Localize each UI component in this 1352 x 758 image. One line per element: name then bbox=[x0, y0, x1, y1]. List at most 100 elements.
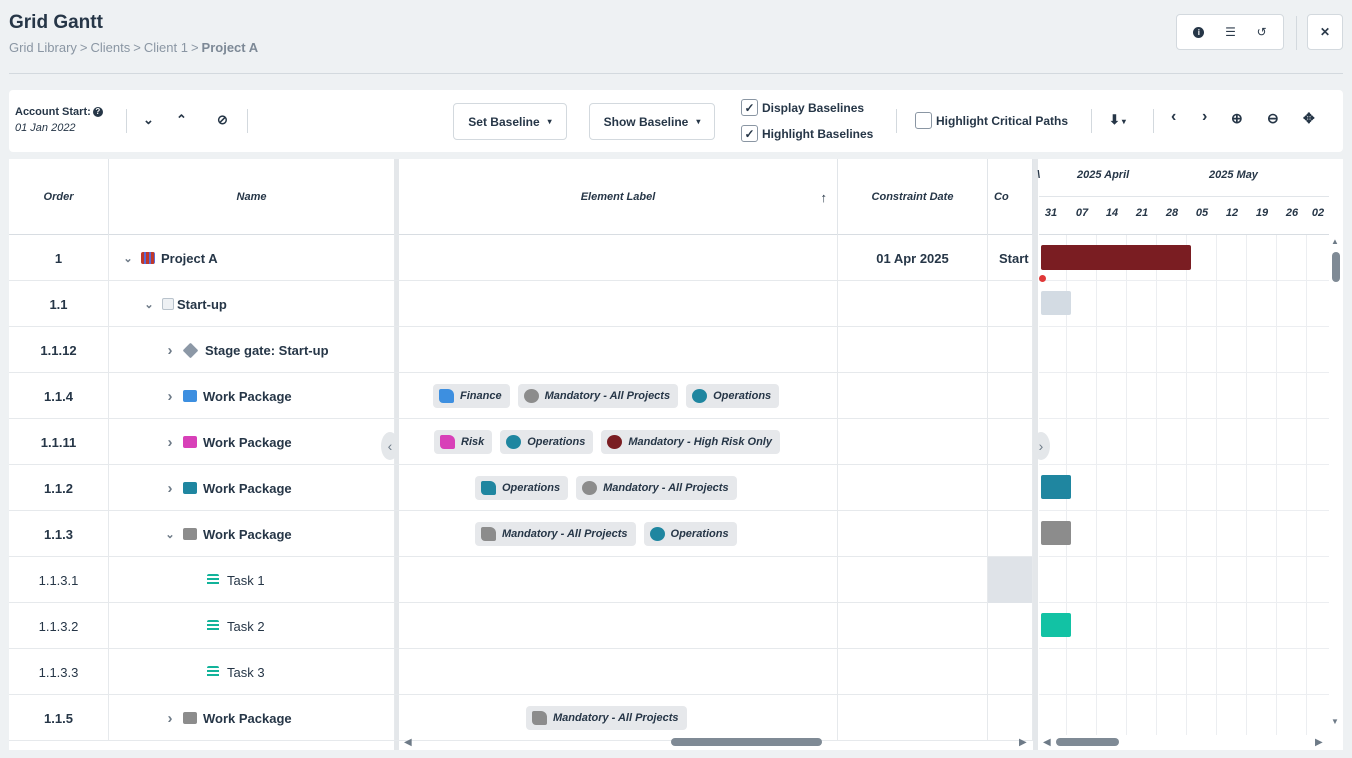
expand-chevron-icon[interactable]: › bbox=[163, 342, 177, 359]
show-baseline-button[interactable]: Show Baseline ▾ bbox=[589, 103, 715, 140]
horizontal-scroll-thumb[interactable] bbox=[671, 738, 822, 746]
element-label-cell: Mandatory - All Projects Operations bbox=[399, 511, 838, 557]
collapse-chevron-icon[interactable]: ⌄ bbox=[121, 252, 135, 265]
column-header-name[interactable]: Name bbox=[109, 159, 395, 235]
gantt-bar-wp-113[interactable] bbox=[1041, 521, 1071, 545]
vertical-scrollbar[interactable]: ▲ ▼ bbox=[1329, 235, 1343, 735]
gantt-scroll-right-icon[interactable]: ▶ bbox=[1315, 737, 1323, 748]
label-tag[interactable]: Mandatory - All Projects bbox=[475, 522, 636, 546]
sort-ascending-icon[interactable]: ↑ bbox=[821, 190, 828, 205]
order-cell: 1 bbox=[9, 235, 109, 281]
constraint-date-cell bbox=[838, 603, 988, 649]
help-icon[interactable]: ? bbox=[92, 107, 103, 117]
expand-chevron-icon[interactable]: › bbox=[163, 480, 177, 497]
clear-filter-icon[interactable]: ⊘ bbox=[217, 112, 228, 128]
mandatory-icon bbox=[481, 527, 496, 541]
constraint-date-cell bbox=[838, 465, 988, 511]
gantt-bar-wp-112[interactable] bbox=[1041, 475, 1071, 499]
constraint-date-cell bbox=[838, 373, 988, 419]
collapse-left-icon[interactable]: ‹ bbox=[381, 432, 399, 460]
project-grid-icon bbox=[141, 252, 155, 264]
download-icon[interactable]: ⬇ ▾ bbox=[1109, 112, 1126, 128]
element-label-cell bbox=[399, 603, 838, 649]
expand-chevron-icon[interactable]: › bbox=[163, 388, 177, 405]
highlight-baselines-checkbox[interactable]: ✓ Highlight Baselines bbox=[741, 125, 873, 142]
scroll-up-icon[interactable]: ▲ bbox=[1331, 237, 1339, 246]
table-row[interactable]: 1.1.12 › Stage gate: Start-up bbox=[9, 327, 1033, 373]
element-label-cell: Mandatory - All Projects bbox=[399, 695, 838, 741]
constraint-type-cell bbox=[988, 327, 1033, 373]
column-header-constraint-date[interactable]: Constraint Date bbox=[838, 159, 988, 235]
gantt-milestone-marker[interactable] bbox=[1039, 275, 1046, 282]
breadcrumb-item[interactable]: Clients bbox=[91, 40, 131, 55]
label-tag[interactable]: Operations bbox=[500, 430, 594, 454]
expand-all-icon[interactable]: ⌄ bbox=[143, 112, 154, 128]
gantt-bar-startup[interactable] bbox=[1041, 291, 1071, 315]
name-cell: › Work Package bbox=[109, 419, 395, 465]
constraint-type-cell bbox=[988, 419, 1033, 465]
breadcrumb-item[interactable]: Client 1 bbox=[144, 40, 188, 55]
gantt-month-partial: \ bbox=[1037, 169, 1041, 181]
table-row[interactable]: 1.1.4 › Work Package Finance Mandatory -… bbox=[9, 373, 1033, 419]
label-tag[interactable]: Operations bbox=[475, 476, 569, 500]
label-tag[interactable]: Operations bbox=[686, 384, 780, 408]
high-risk-icon bbox=[607, 435, 623, 449]
fit-screen-icon[interactable]: ✥ bbox=[1303, 110, 1315, 127]
next-icon[interactable]: › bbox=[1202, 108, 1207, 126]
operations-icon bbox=[506, 435, 522, 449]
gantt-scroll-left-icon[interactable]: ◀ bbox=[1043, 737, 1051, 748]
row-name: Work Package bbox=[203, 710, 292, 726]
collapse-chevron-icon[interactable]: ⌄ bbox=[163, 528, 177, 541]
table-row[interactable]: 1.1.3.2 Task 2 bbox=[9, 603, 1033, 649]
gantt-horizontal-scroll-thumb[interactable] bbox=[1056, 738, 1119, 746]
label-tag[interactable]: Risk bbox=[434, 430, 493, 454]
order-cell: 1.1.11 bbox=[9, 419, 109, 465]
column-header-element-label[interactable]: Element Label ↑ bbox=[399, 159, 838, 235]
zoom-in-icon[interactable]: ⊕ bbox=[1231, 110, 1243, 127]
label-tag[interactable]: Mandatory - All Projects bbox=[517, 384, 679, 408]
expand-chevron-icon[interactable]: › bbox=[163, 710, 177, 727]
zoom-out-icon[interactable]: ⊖ bbox=[1267, 110, 1279, 127]
scroll-thumb[interactable] bbox=[1332, 252, 1340, 282]
constraint-type-cell bbox=[988, 465, 1033, 511]
scroll-right-icon[interactable]: ▶ bbox=[1019, 737, 1027, 748]
table-row[interactable]: 1.1.3.3 Task 3 bbox=[9, 649, 1033, 695]
display-baselines-checkbox[interactable]: ✓ Display Baselines bbox=[741, 99, 864, 116]
operations-icon bbox=[481, 481, 496, 495]
breadcrumb: Grid Library > Clients > Client 1 > Project A bbox=[9, 40, 259, 55]
scroll-down-icon[interactable]: ▼ bbox=[1331, 717, 1339, 726]
label-tag[interactable]: Operations bbox=[643, 522, 737, 546]
label-tag[interactable]: Mandatory - High Risk Only bbox=[601, 430, 780, 454]
label-tag[interactable]: Mandatory - All Projects bbox=[576, 476, 737, 500]
gantt-bar-project[interactable] bbox=[1041, 245, 1191, 270]
info-icon[interactable]: i bbox=[1193, 26, 1205, 38]
list-icon[interactable]: ☰ bbox=[1225, 25, 1236, 39]
set-baseline-button[interactable]: Set Baseline ▾ bbox=[453, 103, 567, 140]
collapse-all-icon[interactable]: ⌃ bbox=[176, 112, 187, 128]
table-row[interactable]: 1.1.3.1 Task 1 bbox=[9, 557, 1033, 603]
prev-icon[interactable]: ‹ bbox=[1171, 108, 1176, 126]
table-row[interactable]: 1.1 ⌄ Start-up bbox=[9, 281, 1033, 327]
toolbar-divider bbox=[1153, 109, 1154, 133]
scroll-left-icon[interactable]: ◀ bbox=[404, 737, 412, 748]
collapse-right-icon[interactable]: › bbox=[1032, 432, 1050, 460]
label-tag[interactable]: Mandatory - All Projects bbox=[526, 706, 687, 730]
order-cell: 1.1.3.3 bbox=[9, 649, 109, 695]
table-row[interactable]: 1.1.11 › Work Package Risk Operations Ma… bbox=[9, 419, 1033, 465]
table-row[interactable]: 1.1.5 › Work Package Mandatory - All Pro… bbox=[9, 695, 1033, 741]
reset-icon[interactable]: ↺ bbox=[1257, 25, 1267, 39]
collapse-chevron-icon[interactable]: ⌄ bbox=[142, 298, 156, 311]
gantt-bar-task-2[interactable] bbox=[1041, 613, 1071, 637]
mandatory-icon bbox=[523, 389, 539, 403]
table-row[interactable]: 1.1.2 › Work Package Operations Mandator… bbox=[9, 465, 1033, 511]
constraint-date-cell: 01 Apr 2025 bbox=[838, 235, 988, 281]
close-button[interactable]: ✕ bbox=[1307, 14, 1343, 50]
column-header-order[interactable]: Order bbox=[9, 159, 109, 235]
table-row[interactable]: 1 ⌄ Project A 01 Apr 2025 Start bbox=[9, 235, 1033, 281]
column-header-constraint-type[interactable]: Co bbox=[988, 159, 1033, 235]
breadcrumb-item[interactable]: Grid Library bbox=[9, 40, 77, 55]
highlight-critical-paths-checkbox[interactable]: Highlight Critical Paths bbox=[915, 112, 1068, 129]
expand-chevron-icon[interactable]: › bbox=[163, 434, 177, 451]
label-tag[interactable]: Finance bbox=[433, 384, 510, 408]
table-row[interactable]: 1.1.3 ⌄ Work Package Mandatory - All Pro… bbox=[9, 511, 1033, 557]
